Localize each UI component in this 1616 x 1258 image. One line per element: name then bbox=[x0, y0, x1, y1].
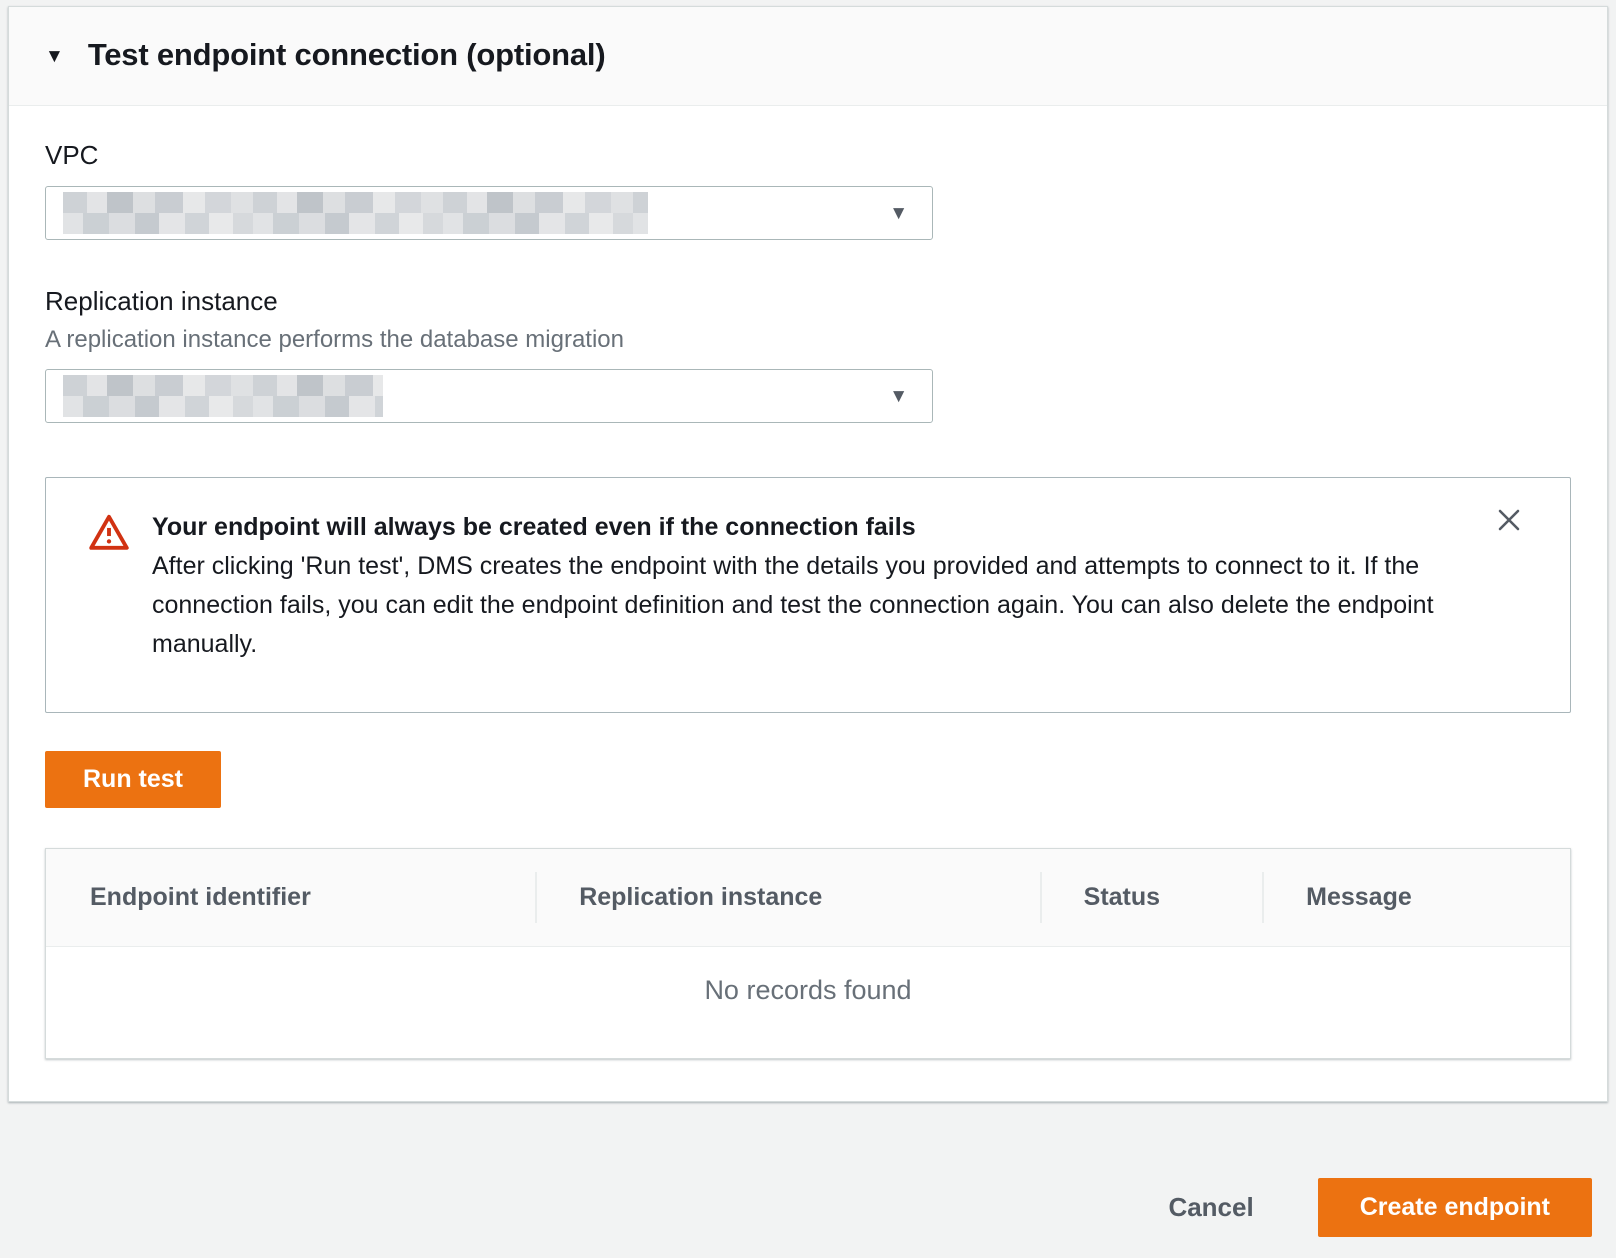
dropdown-caret-icon: ▼ bbox=[889, 204, 908, 223]
test-results-table: Endpoint identifier Replication instance… bbox=[45, 848, 1571, 1059]
warning-alert: Your endpoint will always be created eve… bbox=[45, 477, 1571, 713]
column-header-message: Message bbox=[1262, 849, 1570, 946]
vpc-field: VPC ▼ bbox=[45, 140, 1571, 240]
column-header-endpoint-identifier: Endpoint identifier bbox=[46, 849, 535, 946]
close-warning-button[interactable] bbox=[1492, 504, 1526, 538]
table-header-row: Endpoint identifier Replication instance… bbox=[46, 849, 1570, 947]
vpc-label: VPC bbox=[45, 140, 1571, 171]
replication-instance-field: Replication instance A replication insta… bbox=[45, 286, 1571, 423]
replication-instance-select[interactable]: ▼ bbox=[45, 369, 933, 423]
warning-triangle-icon bbox=[88, 512, 130, 664]
replication-instance-description: A replication instance performs the data… bbox=[45, 326, 1571, 354]
close-icon bbox=[1494, 505, 1524, 538]
section-header-toggle[interactable]: ▼ Test endpoint connection (optional) bbox=[9, 7, 1607, 106]
page: ▼ Test endpoint connection (optional) VP… bbox=[0, 0, 1616, 1257]
test-endpoint-connection-section: ▼ Test endpoint connection (optional) VP… bbox=[8, 6, 1608, 1102]
section-title: Test endpoint connection (optional) bbox=[88, 37, 606, 73]
warning-title: Your endpoint will always be created eve… bbox=[152, 508, 1436, 547]
redacted-replication-value bbox=[63, 375, 383, 417]
caret-down-icon: ▼ bbox=[45, 47, 64, 66]
section-body: VPC ▼ Replication instance A replication… bbox=[9, 106, 1607, 1101]
warning-content: Your endpoint will always be created eve… bbox=[152, 508, 1526, 664]
column-header-status: Status bbox=[1040, 849, 1263, 946]
vpc-select[interactable]: ▼ bbox=[45, 186, 933, 240]
warning-body: After clicking 'Run test', DMS creates t… bbox=[152, 547, 1436, 664]
empty-state-message: No records found bbox=[46, 947, 1570, 1058]
redacted-vpc-value bbox=[63, 192, 648, 234]
run-test-button[interactable]: Run test bbox=[45, 751, 221, 808]
cancel-button[interactable]: Cancel bbox=[1168, 1192, 1253, 1223]
column-header-replication-instance: Replication instance bbox=[535, 849, 1039, 946]
form-actions-footer: Cancel Create endpoint bbox=[8, 1102, 1608, 1257]
dropdown-caret-icon: ▼ bbox=[889, 387, 908, 406]
replication-instance-label: Replication instance bbox=[45, 286, 1571, 317]
create-endpoint-button[interactable]: Create endpoint bbox=[1318, 1178, 1592, 1237]
